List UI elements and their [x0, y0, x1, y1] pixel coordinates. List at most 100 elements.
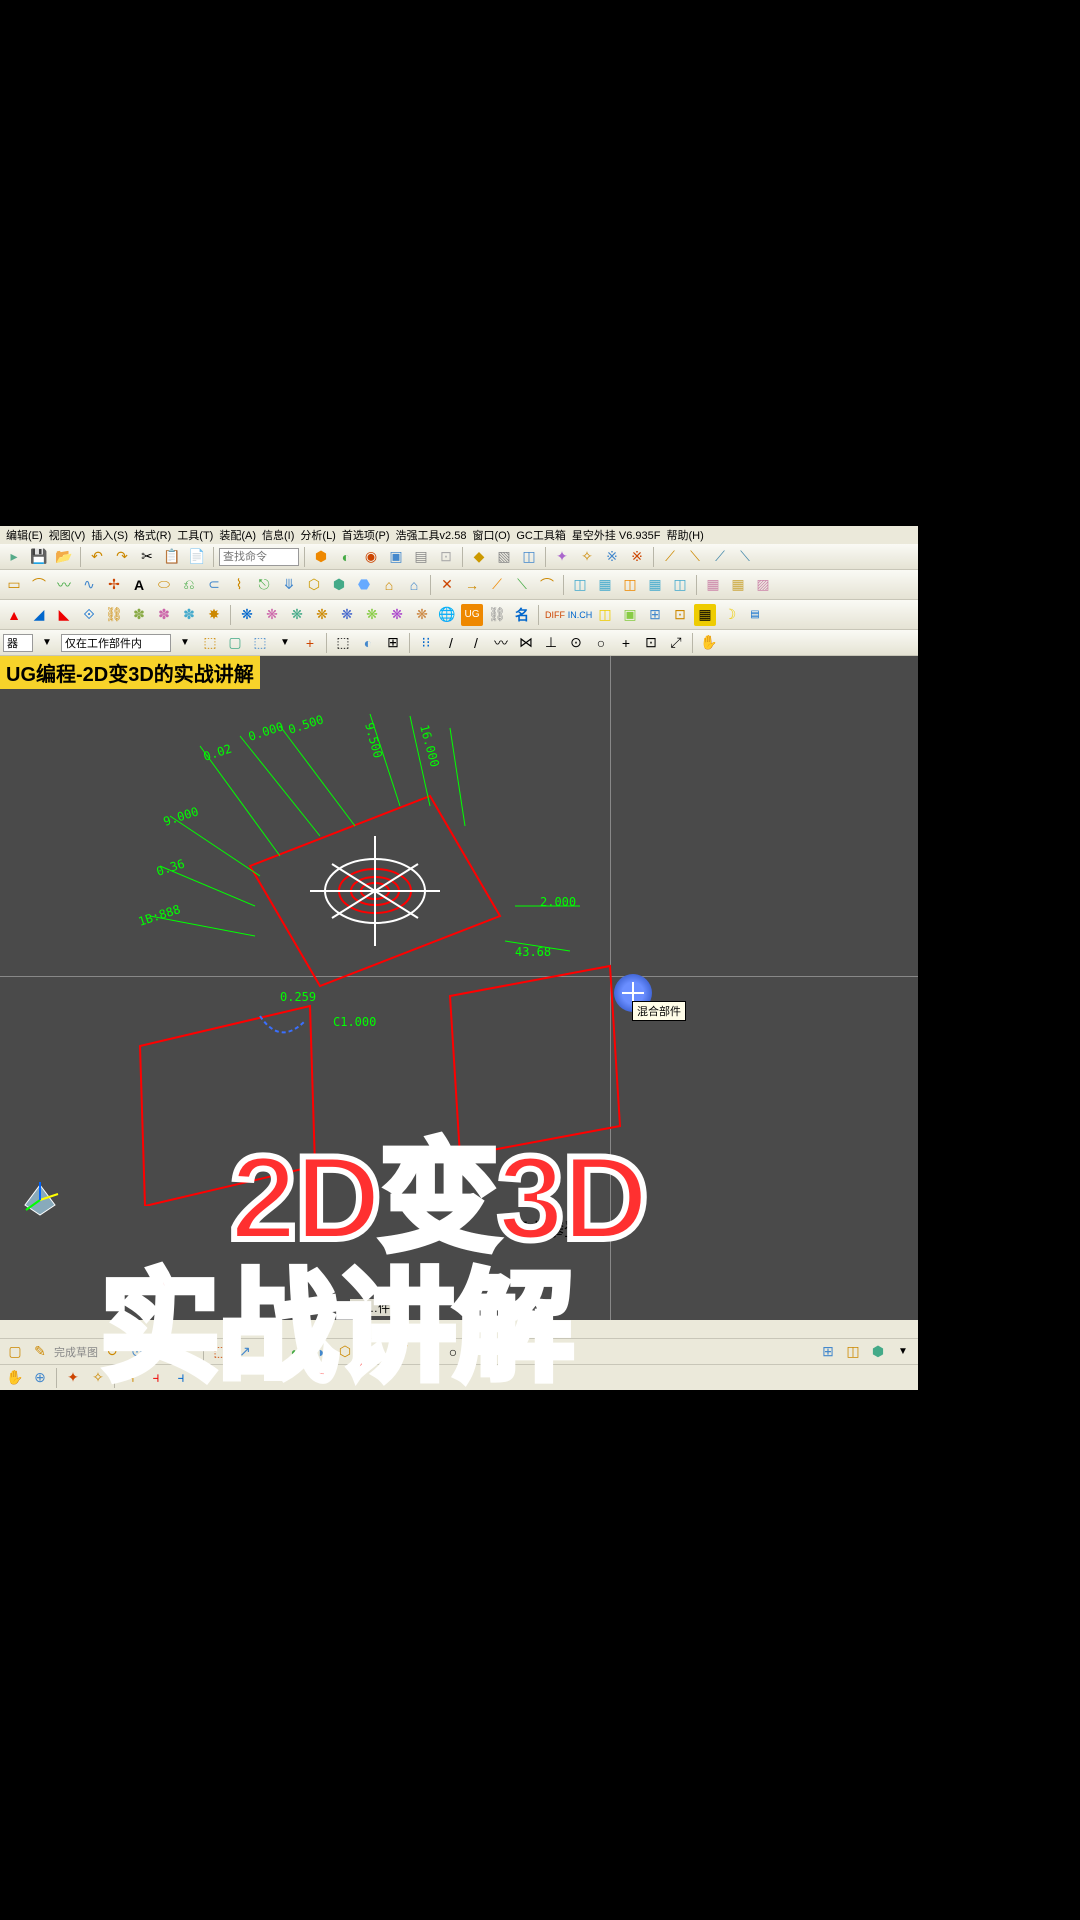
- plugin-icon[interactable]: ❋: [311, 604, 333, 626]
- ellipse-icon[interactable]: ⬭: [153, 574, 175, 596]
- extrude-icon[interactable]: ▭: [3, 574, 25, 596]
- tool-icon[interactable]: ◆: [468, 546, 490, 568]
- mesh-icon[interactable]: ▦: [727, 574, 749, 596]
- menu-insert[interactable]: 插入(S): [89, 527, 130, 543]
- command-search-input[interactable]: [219, 548, 299, 566]
- plugin-icon[interactable]: ✽: [128, 604, 150, 626]
- tool-icon[interactable]: ✦: [551, 546, 573, 568]
- tool-icon[interactable]: ⟋: [709, 546, 731, 568]
- tool-icon[interactable]: ⟍: [511, 574, 533, 596]
- finish-sketch-icon[interactable]: ✎: [29, 1341, 51, 1363]
- plugin-icon[interactable]: ◢: [28, 604, 50, 626]
- plugin-icon[interactable]: ❋: [411, 604, 433, 626]
- snap-points-icon[interactable]: ⁝⁝: [415, 632, 437, 654]
- assembly-icon[interactable]: ◫: [842, 1341, 864, 1363]
- tool-icon[interactable]: ⟍: [684, 546, 706, 568]
- menu-assembly[interactable]: 装配(A): [217, 527, 258, 543]
- moon-icon[interactable]: ☽: [719, 604, 741, 626]
- snap-point-icon[interactable]: ⊡: [640, 632, 662, 654]
- trim-icon[interactable]: ✕: [436, 574, 458, 596]
- tool-icon[interactable]: ※: [601, 546, 623, 568]
- star-icon[interactable]: ✸: [203, 604, 225, 626]
- plugin-icon[interactable]: ◣: [53, 604, 75, 626]
- layer-icon[interactable]: ◫: [669, 574, 691, 596]
- layers-icon[interactable]: ◫: [594, 604, 616, 626]
- dropdown-arrow-icon[interactable]: ▼: [174, 632, 196, 654]
- plugin-icon[interactable]: ❋: [336, 604, 358, 626]
- snap-end-icon[interactable]: /: [440, 632, 462, 654]
- bridge-icon[interactable]: ⌇: [228, 574, 250, 596]
- snap-curve-icon[interactable]: 〰: [490, 632, 512, 654]
- mesh-icon[interactable]: ▨: [752, 574, 774, 596]
- menu-plugin-hq[interactable]: 浩强工具v2.58: [394, 527, 469, 543]
- tool-icon[interactable]: ⌒: [536, 574, 558, 596]
- tool-icon[interactable]: ⬢: [310, 546, 332, 568]
- chevron-down-icon[interactable]: ▼: [274, 632, 296, 654]
- plugin-icon[interactable]: ▲: [3, 604, 25, 626]
- plugin-icon[interactable]: ❋: [361, 604, 383, 626]
- menu-view[interactable]: 视图(V): [47, 527, 88, 543]
- redo-icon[interactable]: ↷: [111, 546, 133, 568]
- tool-icon[interactable]: ⬢: [328, 574, 350, 596]
- dna-icon[interactable]: ⟐: [78, 604, 100, 626]
- menu-edit[interactable]: 编辑(E): [4, 527, 45, 543]
- tool-icon[interactable]: ⌂: [403, 574, 425, 596]
- tool-icon[interactable]: ◐: [335, 546, 357, 568]
- pan-icon[interactable]: ✋: [4, 1367, 26, 1389]
- tool-icon[interactable]: ⎋: [253, 574, 275, 596]
- sel-icon[interactable]: ▢: [224, 632, 246, 654]
- menu-format[interactable]: 格式(R): [132, 527, 173, 543]
- tool-icon[interactable]: ※: [626, 546, 648, 568]
- save-icon[interactable]: 💾: [28, 546, 50, 568]
- menu-gc-toolbox[interactable]: GC工具箱: [514, 527, 568, 543]
- filter-scope-dropdown[interactable]: 仅在工作部件内: [61, 634, 171, 652]
- tool-icon[interactable]: ⊡: [435, 546, 457, 568]
- assembly-icon[interactable]: ⬢: [867, 1341, 889, 1363]
- snap-mid-icon[interactable]: /: [465, 632, 487, 654]
- rotate-icon[interactable]: ⊕: [29, 1367, 51, 1389]
- undo-icon[interactable]: ↶: [86, 546, 108, 568]
- plugin-icon[interactable]: ❋: [386, 604, 408, 626]
- tool-icon[interactable]: ⟋: [486, 574, 508, 596]
- menu-analysis[interactable]: 分析(L): [298, 527, 337, 543]
- menu-tools[interactable]: 工具(T): [175, 527, 215, 543]
- menu-help[interactable]: 帮助(H): [664, 527, 705, 543]
- snap-face-icon[interactable]: ◐: [357, 632, 379, 654]
- chain-icon[interactable]: ⛓: [486, 604, 508, 626]
- sel-icon[interactable]: ⬚: [249, 632, 271, 654]
- snap-perp-icon[interactable]: ⊥: [540, 632, 562, 654]
- chevron-down-icon[interactable]: ▼: [892, 1341, 914, 1363]
- render-icon[interactable]: ▣: [619, 604, 641, 626]
- tool-icon[interactable]: ⬣: [353, 574, 375, 596]
- plugin-icon[interactable]: ❋: [236, 604, 258, 626]
- window-icon[interactable]: ⊡: [669, 604, 691, 626]
- spline-icon[interactable]: ∿: [78, 574, 100, 596]
- new-file-icon[interactable]: ▸: [3, 546, 25, 568]
- snap-rect-icon[interactable]: ⬚: [332, 632, 354, 654]
- layer-icon[interactable]: ◫: [619, 574, 641, 596]
- hand-icon[interactable]: ✋: [698, 632, 720, 654]
- chain-icon[interactable]: ⛓: [103, 604, 125, 626]
- tool-icon[interactable]: ▣: [385, 546, 407, 568]
- helix-icon[interactable]: ⎌: [178, 574, 200, 596]
- tool-icon[interactable]: ✧: [576, 546, 598, 568]
- menu-prefs[interactable]: 首选项(P): [340, 527, 392, 543]
- diff-icon[interactable]: DIFF: [544, 604, 566, 626]
- snap-grid-icon[interactable]: ⊞: [382, 632, 404, 654]
- snap-quad-icon[interactable]: ○: [590, 632, 612, 654]
- plugin-icon[interactable]: ❋: [261, 604, 283, 626]
- sel-icon[interactable]: ⬚: [199, 632, 221, 654]
- curve-icon[interactable]: 〰: [53, 574, 75, 596]
- copy-icon[interactable]: 📋: [161, 546, 183, 568]
- layer-icon[interactable]: ▦: [594, 574, 616, 596]
- snap-icon[interactable]: ⤢: [665, 632, 687, 654]
- menu-plugin-xk[interactable]: 星空外挂 V6.935F: [570, 527, 663, 543]
- snap-intersect-icon[interactable]: ⋈: [515, 632, 537, 654]
- plugin-icon[interactable]: ❋: [286, 604, 308, 626]
- cut-icon[interactable]: ✂: [136, 546, 158, 568]
- view-icon[interactable]: ✦: [62, 1367, 84, 1389]
- menu-info[interactable]: 信息(I): [260, 527, 296, 543]
- sketch-icon[interactable]: ▢: [4, 1341, 26, 1363]
- n64-icon[interactable]: ▤: [744, 604, 766, 626]
- dropdown-arrow-icon[interactable]: ▼: [36, 632, 58, 654]
